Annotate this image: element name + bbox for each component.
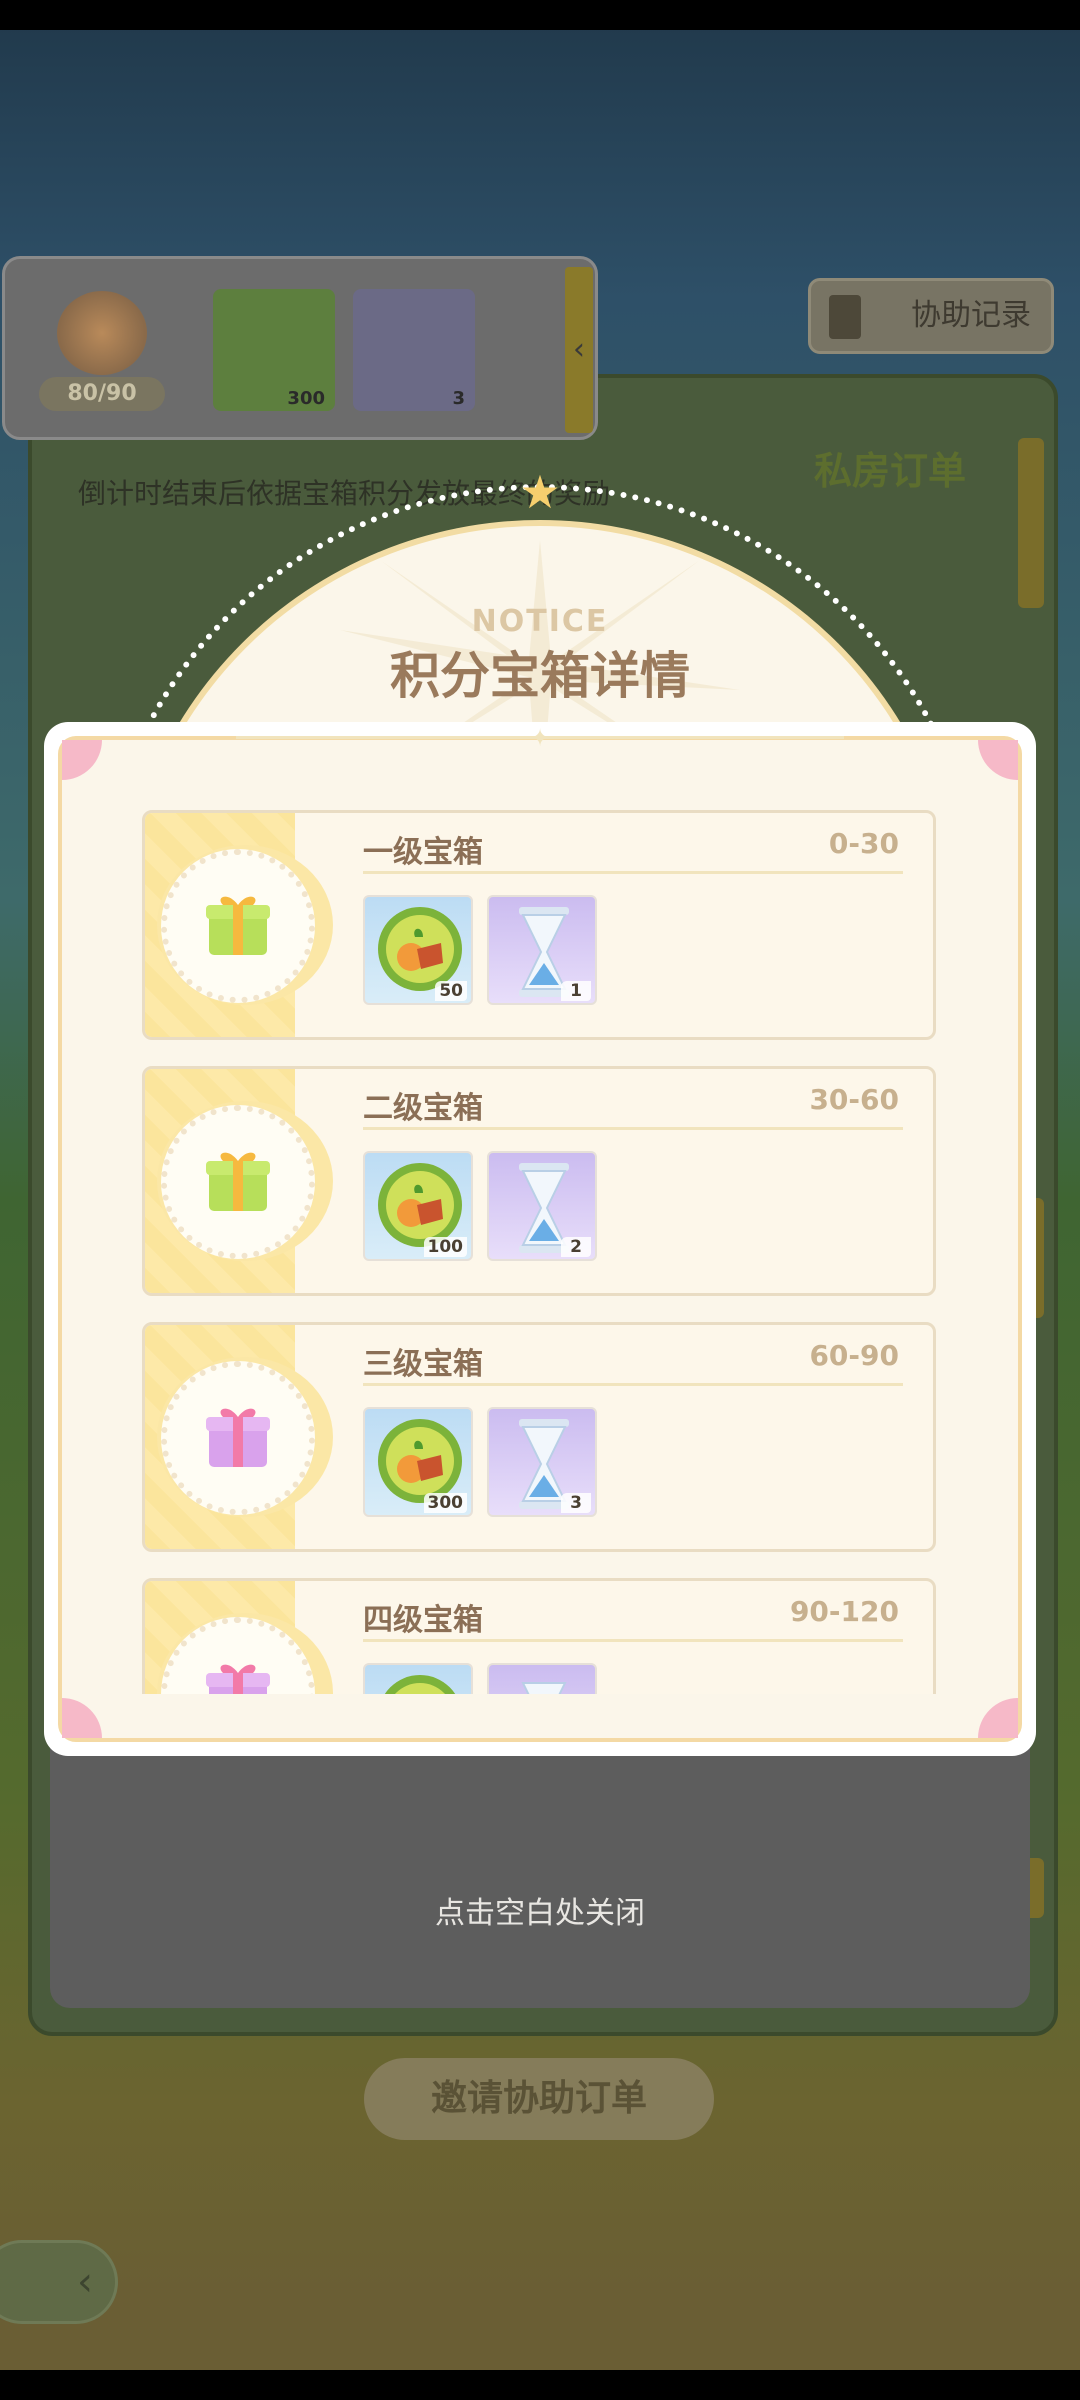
hourglass-icon: 3	[353, 289, 475, 411]
star-icon: ★	[519, 465, 561, 519]
private-order-label: 私房订单	[813, 449, 966, 493]
box-range: 90-120	[789, 1595, 899, 1628]
box-range: 60-90	[809, 1339, 899, 1372]
reward-panel: 80/90 300 3 ‹	[2, 256, 598, 440]
box-card-level-4: 四级宝箱 90-120	[142, 1578, 936, 1694]
status-bar	[0, 0, 1080, 30]
corner-decoration	[978, 740, 1018, 780]
coin-qty: 300	[287, 388, 325, 409]
hourglass-qty: 3	[452, 388, 465, 409]
corner-decoration	[62, 1698, 102, 1738]
collapse-arrow-icon[interactable]: ‹	[565, 267, 593, 433]
card-divider	[363, 1127, 903, 1130]
notebook-icon	[829, 295, 861, 339]
corner-decoration	[62, 740, 102, 780]
box-list[interactable]: 一级宝箱 0-30 50 1 二级宝箱 30-60 100 2 三级宝箱 60-…	[140, 808, 940, 1694]
score-counter: 80/90	[39, 377, 165, 411]
coin-qty: 100	[423, 1237, 467, 1257]
hourglass-reward[interactable]: 2	[487, 1151, 597, 1261]
gift-box-icon	[206, 896, 270, 955]
hourglass-qty: 2	[561, 1237, 591, 1257]
corner-decoration	[978, 1698, 1018, 1738]
notice-label: NOTICE	[471, 604, 609, 639]
hourglass-reward[interactable]	[487, 1663, 597, 1694]
modal-title: 积分宝箱详情	[390, 647, 690, 705]
close-hint[interactable]: 点击空白处关闭	[0, 1888, 1080, 1932]
hourglass-reward[interactable]: 3	[487, 1407, 597, 1517]
assist-record-button[interactable]: 协助记录	[808, 278, 1054, 354]
box-card-level-2: 二级宝箱 30-60 100 2	[142, 1066, 936, 1296]
coin-reward[interactable]: 50	[363, 895, 473, 1005]
coin-reward[interactable]: 300	[363, 1407, 473, 1517]
hourglass-qty: 1	[561, 981, 591, 1001]
box-range: 0-30	[828, 827, 899, 860]
navigation-bar	[0, 2370, 1080, 2400]
board-stripe	[1018, 438, 1044, 608]
coin-reward[interactable]	[363, 1663, 473, 1694]
coin-qty: 50	[435, 981, 467, 1001]
gift-icon	[57, 291, 147, 375]
card-divider	[363, 1639, 903, 1642]
gift-box-icon	[206, 1152, 270, 1211]
back-button[interactable]: ‹	[0, 2240, 118, 2324]
coin-reward[interactable]: 100	[363, 1151, 473, 1261]
divider-star-icon: ✦	[529, 724, 551, 752]
gift-box-icon	[206, 1664, 270, 1694]
hourglass-icon	[521, 1682, 567, 1694]
box-name: 三级宝箱	[363, 1347, 483, 1382]
hourglass-reward[interactable]: 1	[487, 895, 597, 1005]
box-name: 四级宝箱	[363, 1603, 483, 1638]
box-card-level-3: 三级宝箱 60-90 300 3	[142, 1322, 936, 1552]
box-card-level-1: 一级宝箱 0-30 50 1	[142, 810, 936, 1040]
back-arrow-icon: ‹	[77, 2259, 93, 2305]
coin-icon: 300	[213, 289, 335, 411]
hourglass-qty: 3	[561, 1493, 591, 1513]
assist-record-label: 协助记录	[911, 298, 1031, 333]
card-divider	[363, 1383, 903, 1386]
game-scene[interactable]: 倒计时结束后依据宝箱积分发放最终的奖励 私房订单 80/90 300 3 ‹ 协…	[0, 0, 1080, 2400]
box-name: 一级宝箱	[363, 835, 483, 870]
box-range: 30-60	[809, 1083, 899, 1116]
coin-icon	[384, 1675, 456, 1694]
board-footer-area	[50, 1740, 1030, 2008]
card-divider	[363, 871, 903, 874]
invite-assist-button[interactable]: 邀请协助订单	[364, 2058, 714, 2140]
gift-box-icon	[206, 1408, 270, 1467]
coin-qty: 300	[423, 1493, 467, 1513]
box-name: 二级宝箱	[363, 1091, 483, 1126]
